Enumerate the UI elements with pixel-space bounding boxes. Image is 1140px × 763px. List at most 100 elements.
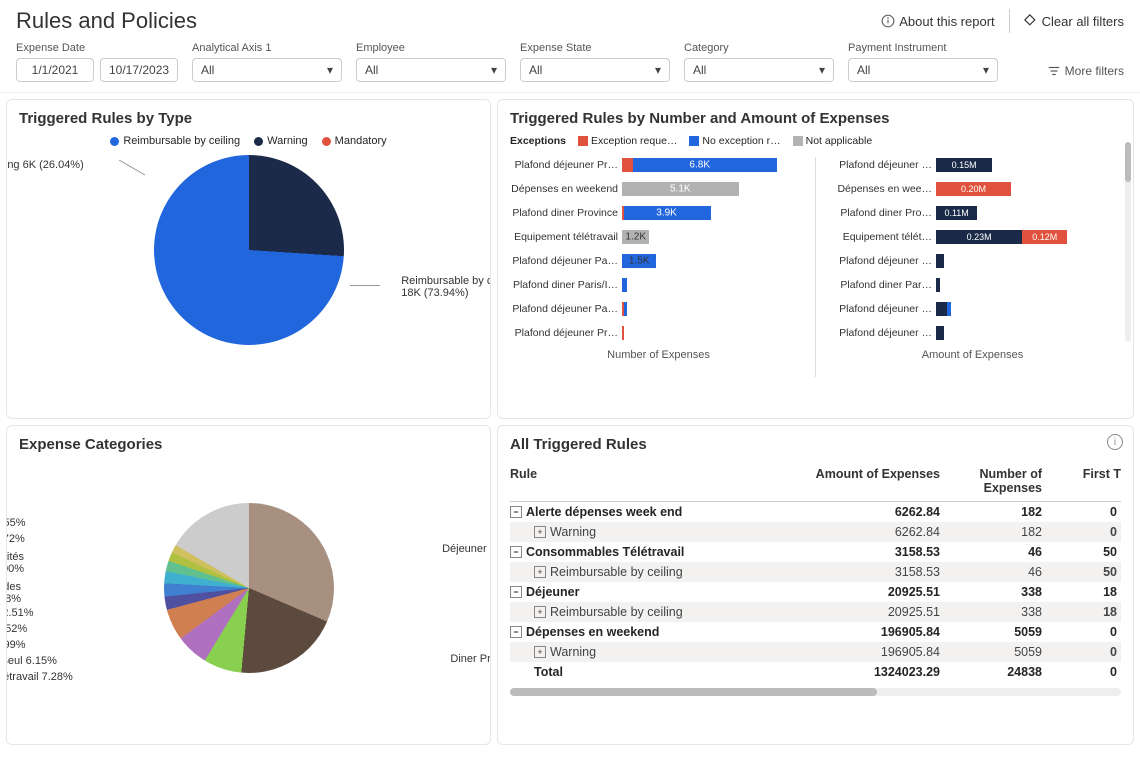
filter-expense-date: Expense Date 1/1/2021 10/17/2023 <box>16 42 178 82</box>
table-row[interactable]: −Déjeuner20925.5133818 <box>510 582 1121 602</box>
bar-row[interactable]: Dépenses en weekend5.1K <box>510 181 807 197</box>
card-title: Expense Categories <box>19 436 478 453</box>
legend-item[interactable]: Not applicable <box>793 135 873 147</box>
more-filters-link[interactable]: More filters <box>1047 64 1124 82</box>
col-rule[interactable]: Rule <box>510 467 800 495</box>
about-report-link[interactable]: About this report <box>881 14 994 29</box>
payment-dropdown[interactable]: All▾ <box>848 58 998 82</box>
card-triggered-by-number-amount: Triggered Rules by Number and Amount of … <box>497 99 1134 419</box>
axis-title: Amount of Expenses <box>824 349 1121 361</box>
bar-row[interactable]: Plafond diner Par… <box>824 277 1121 293</box>
card-title: All Triggered Rules <box>510 436 1121 453</box>
expand-icon[interactable]: + <box>534 606 546 618</box>
square-icon <box>578 136 588 146</box>
pie-chart-categories[interactable]: Déjeuner Province Seul 31.47% Diner Prov… <box>19 503 478 673</box>
table-row[interactable]: +Warning6262.841820 <box>510 522 1121 542</box>
chevron-down-icon: ▾ <box>983 63 989 77</box>
filter-icon <box>1047 64 1061 78</box>
horizontal-scrollbar[interactable] <box>510 688 1121 696</box>
bar-row[interactable]: Dépenses en wee…0.20M <box>824 181 1121 197</box>
bar-row[interactable]: Plafond déjeuner Pr…6.8K <box>510 157 807 173</box>
table-row[interactable]: −Dépenses en weekend196905.8450590 <box>510 622 1121 642</box>
info-icon[interactable]: i <box>1107 434 1123 450</box>
axis-title: Number of Expenses <box>510 349 807 361</box>
legend: Reimbursable by ceiling Warning Mandator… <box>19 135 478 147</box>
table-row[interactable]: +Reimbursable by ceiling3158.534650 <box>510 562 1121 582</box>
expand-icon[interactable]: + <box>534 526 546 538</box>
legend-item[interactable]: No exception r… <box>689 135 780 147</box>
dot-icon <box>322 137 331 146</box>
bar-row[interactable]: Plafond déjeuner …0.15M <box>824 157 1121 173</box>
chevron-down-icon: ▾ <box>655 63 661 77</box>
table-row[interactable]: −Alerte dépenses week end6262.841820 <box>510 502 1121 522</box>
table-row[interactable]: Total1324023.29248380 <box>510 662 1121 682</box>
square-icon <box>793 136 803 146</box>
pie-body <box>154 155 344 345</box>
bar-panels: Plafond déjeuner Pr…6.8K Dépenses en week… <box>510 157 1121 377</box>
bar-chart-number[interactable]: Plafond déjeuner Pr…6.8K Dépenses en week… <box>510 157 807 377</box>
bar-row[interactable]: Plafond déjeuner … <box>824 253 1121 269</box>
pie-chart[interactable]: Warning 6K (26.04%) Reimbursable by ceil… <box>19 155 478 345</box>
expand-icon[interactable]: + <box>534 566 546 578</box>
page-title: Rules and Policies <box>16 8 881 34</box>
legend-item[interactable]: Mandatory <box>322 135 387 147</box>
bar-chart-amount[interactable]: Plafond déjeuner …0.15M Dépenses en wee…0… <box>824 157 1121 377</box>
col-amount[interactable]: Amount of Expenses <box>800 467 950 495</box>
divider <box>1009 9 1010 33</box>
card-all-triggered-rules: All Triggered Rules i Rule Amount of Exp… <box>497 425 1134 745</box>
chevron-down-icon: ▾ <box>327 63 333 77</box>
filter-employee: Employee All▾ <box>356 42 506 82</box>
eraser-icon <box>1024 14 1038 28</box>
chevron-down-icon: ▾ <box>819 63 825 77</box>
bar-row[interactable]: Plafond diner Paris/I… <box>510 277 807 293</box>
table-row[interactable]: −Consommables Télétravail3158.534650 <box>510 542 1121 562</box>
axis1-dropdown[interactable]: All▾ <box>192 58 342 82</box>
chevron-down-icon: ▾ <box>491 63 497 77</box>
header: Rules and Policies About this report Cle… <box>0 0 1140 38</box>
legend-exceptions: Exceptions Exception reque… No exception… <box>510 135 1121 147</box>
dot-icon <box>110 137 119 146</box>
bar-row[interactable]: Plafond diner Province3.9K <box>510 205 807 221</box>
bar-row[interactable]: Plafond déjeuner Pa… <box>510 301 807 317</box>
bar-row[interactable]: Equipement télétravail1.2K <box>510 229 807 245</box>
legend-item[interactable]: Warning <box>254 135 308 147</box>
pie-label-warning: Warning 6K (26.04%) <box>6 159 84 171</box>
card-expense-categories: Expense Categories Déjeuner Province Seu… <box>6 425 491 745</box>
dot-icon <box>254 137 263 146</box>
filter-category: Category All▾ <box>684 42 834 82</box>
state-dropdown[interactable]: All▾ <box>520 58 670 82</box>
filter-expense-state: Expense State All▾ <box>520 42 670 82</box>
collapse-icon[interactable]: − <box>510 546 522 558</box>
table-row[interactable]: +Reimbursable by ceiling20925.5133818 <box>510 602 1121 622</box>
col-first[interactable]: First T <box>1050 467 1121 495</box>
date-from-input[interactable]: 1/1/2021 <box>16 58 94 82</box>
bar-row[interactable]: Plafond déjeuner … <box>824 325 1121 341</box>
card-title: Triggered Rules by Number and Amount of … <box>510 110 1121 127</box>
table-header: Rule Amount of Expenses Number ofExpense… <box>510 461 1121 502</box>
bar-row[interactable]: Plafond diner Pro…0.11M <box>824 205 1121 221</box>
bar-row[interactable]: Plafond déjeuner Pr… <box>510 325 807 341</box>
table-row[interactable]: +Warning196905.8450590 <box>510 642 1121 662</box>
date-to-input[interactable]: 10/17/2023 <box>100 58 178 82</box>
employee-dropdown[interactable]: All▾ <box>356 58 506 82</box>
dashboard-grid: Triggered Rules by Type Reimbursable by … <box>0 93 1140 751</box>
col-number[interactable]: Number ofExpenses <box>950 467 1050 495</box>
collapse-icon[interactable]: − <box>510 586 522 598</box>
expand-icon[interactable]: + <box>534 646 546 658</box>
legend-item[interactable]: Exception reque… <box>578 135 677 147</box>
category-dropdown[interactable]: All▾ <box>684 58 834 82</box>
header-actions: About this report Clear all filters <box>881 9 1124 33</box>
pie-body <box>164 503 334 673</box>
clear-filters-link[interactable]: Clear all filters <box>1024 14 1124 29</box>
collapse-icon[interactable]: − <box>510 626 522 638</box>
rules-table: Rule Amount of Expenses Number ofExpense… <box>510 461 1121 696</box>
filter-payment: Payment Instrument All▾ <box>848 42 998 82</box>
legend-item[interactable]: Reimbursable by ceiling <box>110 135 240 147</box>
scrollbar[interactable] <box>1125 142 1131 342</box>
bar-row[interactable]: Plafond déjeuner Pa…1.5K <box>510 253 807 269</box>
collapse-icon[interactable]: − <box>510 506 522 518</box>
bar-row[interactable]: Equipement télét…0.23M0.12M <box>824 229 1121 245</box>
card-triggered-by-type: Triggered Rules by Type Reimbursable by … <box>6 99 491 419</box>
bar-row[interactable]: Plafond déjeuner … <box>824 301 1121 317</box>
pie-label-reimb: Reimbursable by ceiling18K (73.94%) <box>401 275 491 299</box>
